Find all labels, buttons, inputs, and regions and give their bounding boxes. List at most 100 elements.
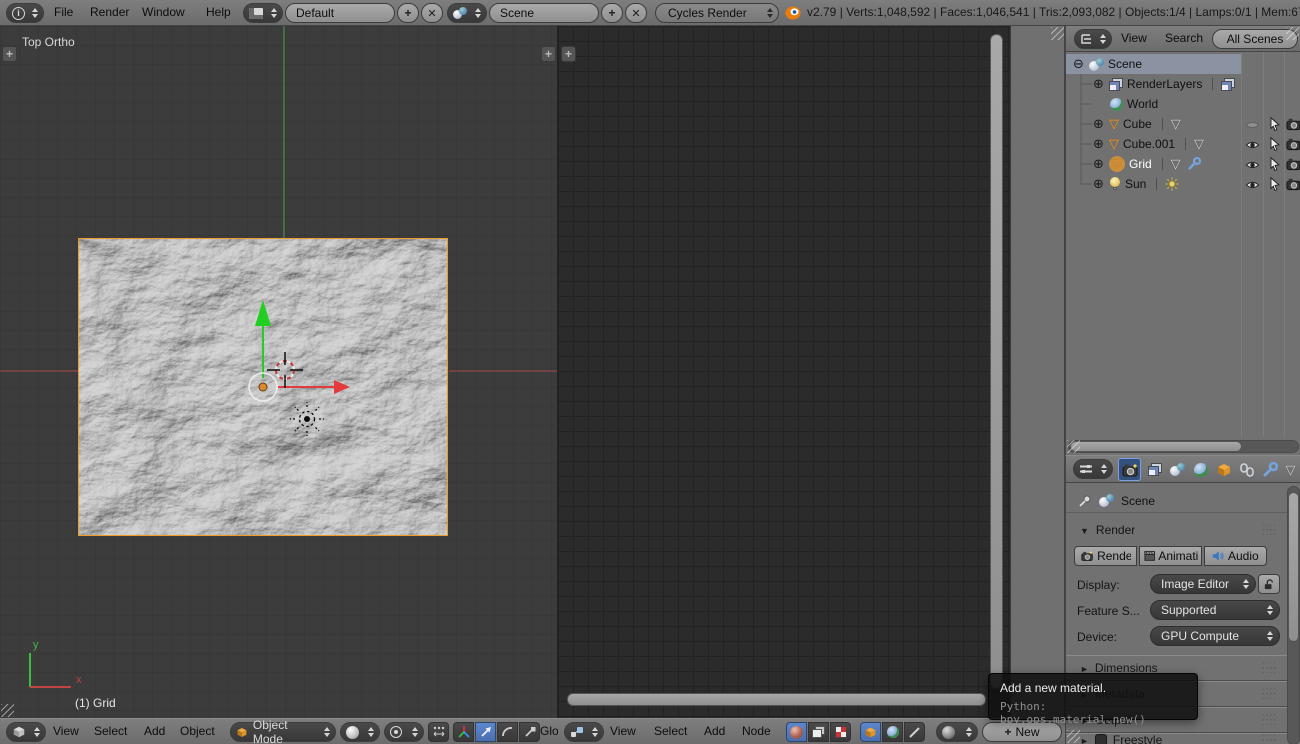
menu-add[interactable]: Add bbox=[144, 719, 165, 743]
device-select[interactable]: GPU Compute bbox=[1150, 626, 1280, 646]
scene-selector[interactable] bbox=[447, 3, 487, 23]
area-resize-corner[interactable] bbox=[1051, 27, 1064, 40]
expand-icon[interactable] bbox=[1092, 158, 1105, 171]
area-resize-corner[interactable] bbox=[1, 704, 14, 717]
outliner-row-cube001[interactable]: Cube.001 bbox=[1066, 134, 1300, 154]
menu-select[interactable]: Select bbox=[94, 719, 127, 743]
freestyle-checkbox[interactable] bbox=[1094, 733, 1107, 744]
outliner-hscrollbar-thumb[interactable] bbox=[1070, 441, 1242, 452]
tab-render-layers[interactable] bbox=[1143, 458, 1166, 481]
node-hscrollbar[interactable] bbox=[567, 693, 986, 706]
breadcrumb-label[interactable]: Scene bbox=[1121, 494, 1155, 508]
menu-render[interactable]: Render bbox=[90, 0, 129, 24]
selectable-icon[interactable] bbox=[1267, 157, 1282, 171]
feature-set-select[interactable]: Supported bbox=[1150, 600, 1280, 620]
audio-button[interactable]: Audio bbox=[1204, 546, 1267, 566]
menu-add[interactable]: Add bbox=[704, 719, 725, 743]
tab-modifiers[interactable] bbox=[1258, 458, 1281, 481]
screen-layout-selector[interactable] bbox=[243, 3, 283, 23]
render-engine-select[interactable]: Cycles Render bbox=[655, 3, 779, 23]
hide-icon[interactable] bbox=[1245, 118, 1260, 132]
render-visibility-icon[interactable] bbox=[1286, 117, 1300, 131]
manipulator-toggle-button[interactable] bbox=[428, 722, 449, 742]
render-visibility-icon[interactable] bbox=[1286, 157, 1300, 171]
toolshelf-expand-tab[interactable]: + bbox=[2, 46, 17, 62]
shader-nodes-button[interactable] bbox=[786, 722, 807, 742]
manipulator-axis-button[interactable] bbox=[453, 722, 474, 742]
area-resize-corner[interactable] bbox=[1067, 440, 1080, 453]
world-shader-button[interactable] bbox=[882, 722, 903, 742]
visibility-icon[interactable] bbox=[1245, 158, 1260, 172]
menu-help[interactable]: Help bbox=[206, 0, 231, 24]
properties-vscrollbar-thumb[interactable] bbox=[1288, 492, 1299, 642]
menu-view[interactable]: View bbox=[610, 719, 636, 743]
expand-icon[interactable] bbox=[1092, 138, 1105, 151]
panel-drag-grip[interactable] bbox=[1262, 689, 1277, 699]
object-shader-button[interactable] bbox=[860, 722, 881, 742]
panel-drag-grip[interactable] bbox=[1262, 735, 1277, 744]
node-vscrollbar[interactable] bbox=[990, 34, 1003, 689]
render-visibility-icon[interactable] bbox=[1286, 137, 1300, 151]
menu-view[interactable]: View bbox=[53, 719, 79, 743]
toolshelf-expand-tab[interactable]: + bbox=[561, 46, 576, 62]
editor-type-selector[interactable] bbox=[6, 722, 46, 742]
viewport-shading-select[interactable] bbox=[340, 722, 380, 742]
display-select[interactable]: Image Editor bbox=[1150, 574, 1256, 594]
outliner-row-sun[interactable]: Sun bbox=[1066, 174, 1300, 194]
add-layout-button[interactable] bbox=[397, 3, 419, 23]
panel-drag-grip[interactable] bbox=[1262, 525, 1277, 535]
area-resize-corner[interactable] bbox=[1067, 730, 1080, 743]
mode-select[interactable]: Object Mode bbox=[230, 718, 336, 744]
selectable-icon[interactable] bbox=[1267, 137, 1282, 151]
scale-manipulator-button[interactable] bbox=[519, 722, 540, 742]
node-editor[interactable]: + bbox=[558, 26, 1065, 718]
outliner-row-scene[interactable]: Scene bbox=[1066, 54, 1300, 74]
editor-type-selector[interactable] bbox=[564, 722, 604, 742]
3d-viewport[interactable]: Top Ortho + + y x (1) Grid bbox=[0, 26, 558, 718]
tab-render[interactable] bbox=[1118, 458, 1141, 481]
material-preview-select[interactable] bbox=[936, 722, 978, 742]
expand-icon[interactable] bbox=[1092, 118, 1105, 131]
menu-window[interactable]: Window bbox=[142, 0, 185, 24]
tab-world[interactable] bbox=[1189, 458, 1212, 481]
outliner-row-renderlayers[interactable]: RenderLayers bbox=[1066, 74, 1300, 94]
delete-scene-button[interactable] bbox=[625, 3, 647, 23]
tab-scene[interactable] bbox=[1166, 458, 1189, 481]
render-panel-header[interactable]: Render bbox=[1066, 518, 1287, 542]
panel-drag-grip[interactable] bbox=[1262, 663, 1277, 673]
expand-icon[interactable] bbox=[1092, 178, 1105, 191]
rotate-manipulator-button[interactable] bbox=[497, 722, 518, 742]
visibility-icon[interactable] bbox=[1245, 138, 1260, 152]
sidebar-expand-tab[interactable]: + bbox=[541, 46, 556, 62]
menu-node[interactable]: Node bbox=[742, 719, 771, 743]
render-visibility-icon[interactable] bbox=[1286, 177, 1300, 191]
selectable-icon[interactable] bbox=[1267, 177, 1282, 191]
pivot-select[interactable] bbox=[384, 722, 424, 742]
compositing-nodes-button[interactable] bbox=[808, 722, 829, 742]
lock-interface-button[interactable] bbox=[1258, 574, 1280, 594]
texture-nodes-button[interactable] bbox=[830, 722, 851, 742]
outliner-hscrollbar-track[interactable] bbox=[1068, 440, 1299, 453]
menu-view[interactable]: View bbox=[1121, 26, 1147, 50]
scene-name[interactable]: Scene bbox=[489, 3, 599, 23]
menu-select[interactable]: Select bbox=[654, 719, 687, 743]
menu-file[interactable]: File bbox=[54, 0, 73, 24]
editor-type-selector[interactable] bbox=[1073, 459, 1113, 479]
render-button[interactable]: Render bbox=[1074, 546, 1137, 566]
animation-button[interactable]: Animatio bbox=[1139, 546, 1202, 566]
delete-layout-button[interactable] bbox=[421, 3, 443, 23]
linestyle-shader-button[interactable] bbox=[904, 722, 925, 742]
collapse-icon[interactable] bbox=[1072, 58, 1085, 71]
area-resize-corner[interactable] bbox=[1286, 27, 1299, 40]
outliner-row-grid[interactable]: Grid bbox=[1066, 154, 1300, 174]
pin-icon[interactable] bbox=[1078, 494, 1092, 508]
panel-freestyle[interactable]: Freestyle bbox=[1066, 733, 1287, 744]
menu-search[interactable]: Search bbox=[1165, 26, 1203, 50]
editor-type-selector[interactable]: i bbox=[6, 3, 44, 23]
properties-vscrollbar-track[interactable] bbox=[1287, 486, 1300, 744]
outliner-row-cube[interactable]: Cube bbox=[1066, 114, 1300, 134]
translate-manipulator-button[interactable] bbox=[475, 722, 496, 742]
outliner-row-world[interactable]: World bbox=[1066, 94, 1300, 114]
rendered-terrain-object[interactable] bbox=[78, 238, 448, 536]
tab-constraints[interactable] bbox=[1235, 458, 1258, 481]
